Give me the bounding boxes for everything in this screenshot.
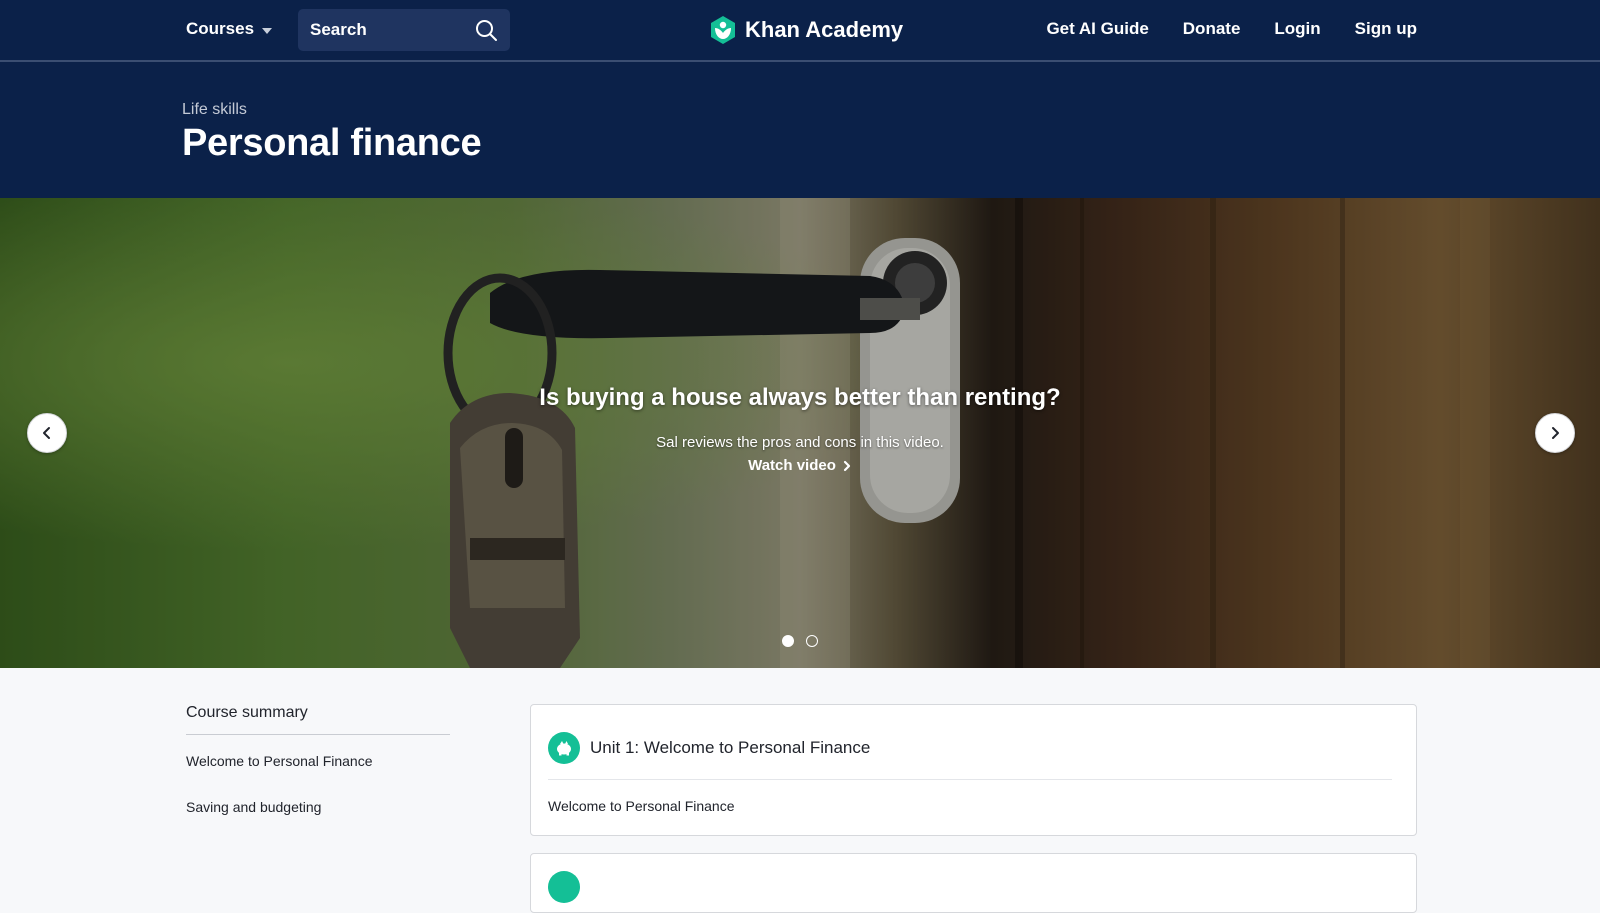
lesson-link[interactable]: Welcome to Personal Finance — [531, 780, 1416, 814]
subject-breadcrumb[interactable]: Life skills — [182, 101, 247, 119]
unit-card-partial — [530, 853, 1417, 913]
chevron-left-icon — [43, 427, 50, 439]
khan-academy-logo-icon — [711, 16, 735, 44]
chevron-right-icon — [1552, 427, 1559, 439]
summary-item-saving-budgeting[interactable]: Saving and budgeting — [186, 799, 450, 815]
brand-home-link[interactable]: Khan Academy — [709, 15, 903, 45]
unit-card: Unit 1: Welcome to Personal Finance Welc… — [530, 704, 1417, 836]
unit-title-link[interactable]: Unit 1: Welcome to Personal Finance — [590, 738, 870, 758]
watch-video-link[interactable]: Watch video — [748, 457, 852, 474]
course-summary: Course summary Welcome to Personal Finan… — [186, 704, 450, 815]
courses-menu-button[interactable]: Courses — [186, 19, 273, 39]
login-link[interactable]: Login — [1274, 19, 1320, 39]
search-icon[interactable] — [474, 18, 498, 42]
hero-headline: Is buying a house always better than ren… — [539, 384, 1061, 411]
watch-video-label: Watch video — [748, 457, 836, 474]
nav-links: Get AI Guide Donate Login Sign up — [1046, 19, 1417, 39]
caret-down-icon — [262, 27, 273, 34]
search-input[interactable] — [310, 20, 474, 40]
donate-link[interactable]: Donate — [1183, 19, 1241, 39]
search-box[interactable] — [298, 9, 510, 51]
top-navigation: Courses Khan Academy Get AI Guide Donate… — [0, 0, 1600, 62]
hero-carousel: Is buying a house always better than ren… — [0, 198, 1600, 668]
hero-text-block: Is buying a house always better than ren… — [0, 384, 1600, 475]
brand-name: Khan Academy — [745, 17, 904, 42]
carousel-next-button[interactable] — [1535, 413, 1575, 453]
carousel-dot-1[interactable] — [782, 635, 794, 647]
piggy-bank-icon — [548, 732, 580, 764]
unit-icon-partial — [548, 871, 580, 903]
hero-description: Sal reviews the pros and cons in this vi… — [656, 434, 944, 451]
chevron-right-small-icon — [843, 460, 850, 471]
course-summary-title: Course summary — [186, 704, 450, 735]
carousel-prev-button[interactable] — [27, 413, 67, 453]
signup-link[interactable]: Sign up — [1355, 19, 1417, 39]
carousel-indicators — [782, 635, 818, 647]
page-title: Personal finance — [182, 122, 482, 164]
unit-header: Unit 1: Welcome to Personal Finance — [531, 705, 1416, 773]
courses-label: Courses — [186, 19, 255, 38]
summary-item-welcome[interactable]: Welcome to Personal Finance — [186, 753, 450, 769]
course-header: Life skills Personal finance — [0, 62, 1600, 198]
get-ai-guide-link[interactable]: Get AI Guide — [1046, 19, 1148, 39]
carousel-dot-2[interactable] — [806, 635, 818, 647]
